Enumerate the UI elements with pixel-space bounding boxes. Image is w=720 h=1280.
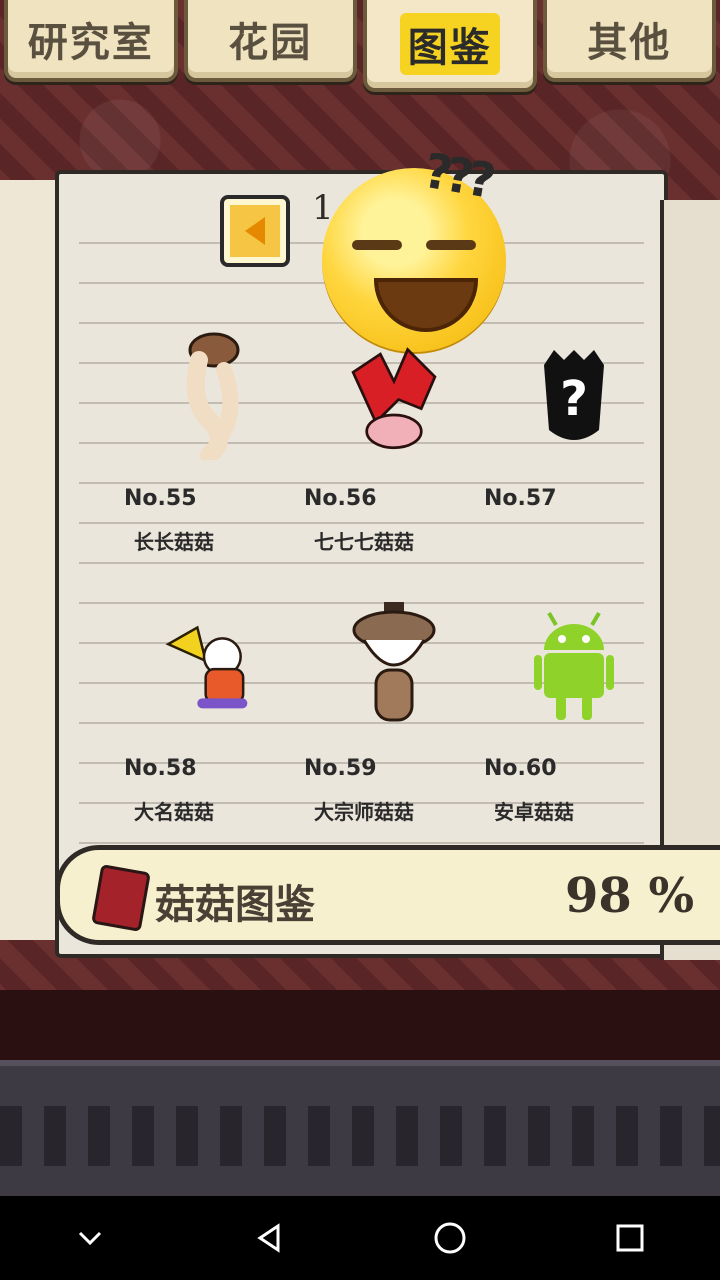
unknown-silhouette-icon: ? xyxy=(524,330,624,460)
item-name: 大名菇菇 xyxy=(134,800,214,824)
bottom-ornament xyxy=(0,1060,720,1201)
nav-collapse-button[interactable] xyxy=(60,1208,120,1268)
home-circle-icon xyxy=(434,1222,466,1254)
android-icon xyxy=(524,600,624,730)
mushroom-master-icon xyxy=(344,600,444,730)
left-arrow-icon xyxy=(245,217,265,245)
top-tabs: 研究室 花园 图鉴 其他 xyxy=(0,0,720,92)
encyclopedia-item-58[interactable]: No.58 大名菇菇 xyxy=(124,600,284,840)
back-triangle-icon xyxy=(257,1223,280,1253)
item-name: 长长菇菇 xyxy=(134,530,214,554)
question-marks: ??? xyxy=(419,142,494,210)
tab-garden[interactable]: 花园 xyxy=(183,0,357,82)
nav-home-button[interactable] xyxy=(420,1208,480,1268)
item-name: 大宗师菇菇 xyxy=(314,800,414,824)
item-number: No.56 xyxy=(304,486,377,511)
encyclopedia-progress-bar: 菇菇图鉴 98 % xyxy=(55,845,720,945)
tab-garden-label: 花园 xyxy=(228,20,313,66)
recents-square-icon xyxy=(616,1224,644,1252)
encyclopedia-item-60[interactable]: No.60 安卓菇菇 xyxy=(484,600,644,840)
completion-percent: 98 % xyxy=(565,868,694,924)
completion-percent-value: 98 xyxy=(565,868,632,924)
item-name: 七七七菇菇 xyxy=(314,530,414,554)
nav-recents-button[interactable] xyxy=(600,1208,660,1268)
book-base xyxy=(0,990,720,1060)
completion-percent-sign: % xyxy=(648,868,695,924)
tab-lab-label: 研究室 xyxy=(27,20,154,66)
tab-encyclopedia[interactable]: 图鉴 xyxy=(363,0,537,92)
encyclopedia-item-57[interactable]: ? No.57 xyxy=(484,330,644,570)
tab-lab[interactable]: 研究室 xyxy=(4,0,178,82)
item-number: No.59 xyxy=(304,756,377,781)
android-nav-bar xyxy=(0,1196,720,1280)
nav-back-button[interactable] xyxy=(240,1208,300,1268)
item-number: No.55 xyxy=(124,486,197,511)
tab-encyclopedia-label: 图鉴 xyxy=(399,13,500,75)
item-name: 安卓菇菇 xyxy=(494,800,574,824)
book-icon xyxy=(91,864,151,932)
encyclopedia-label: 菇菇图鉴 xyxy=(155,882,315,928)
item-number: No.58 xyxy=(124,756,197,781)
svg-text:?: ? xyxy=(560,371,588,427)
tab-other-label: 其他 xyxy=(587,20,672,66)
encyclopedia-item-59[interactable]: No.59 大宗师菇菇 xyxy=(304,600,464,840)
chevron-down-icon xyxy=(78,1231,102,1246)
encyclopedia-item-55[interactable]: No.55 长长菇菇 xyxy=(124,330,284,570)
encyclopedia-item-56[interactable]: No.56 七七七菇菇 xyxy=(304,330,464,570)
mushroom-daimyo-icon xyxy=(164,600,264,730)
item-number: No.57 xyxy=(484,486,557,511)
tab-other[interactable]: 其他 xyxy=(542,0,716,82)
previous-page-button[interactable] xyxy=(220,195,290,267)
mushroom-long-icon xyxy=(164,330,264,460)
mushroom-red-icon xyxy=(344,330,444,460)
item-number: No.60 xyxy=(484,756,557,781)
